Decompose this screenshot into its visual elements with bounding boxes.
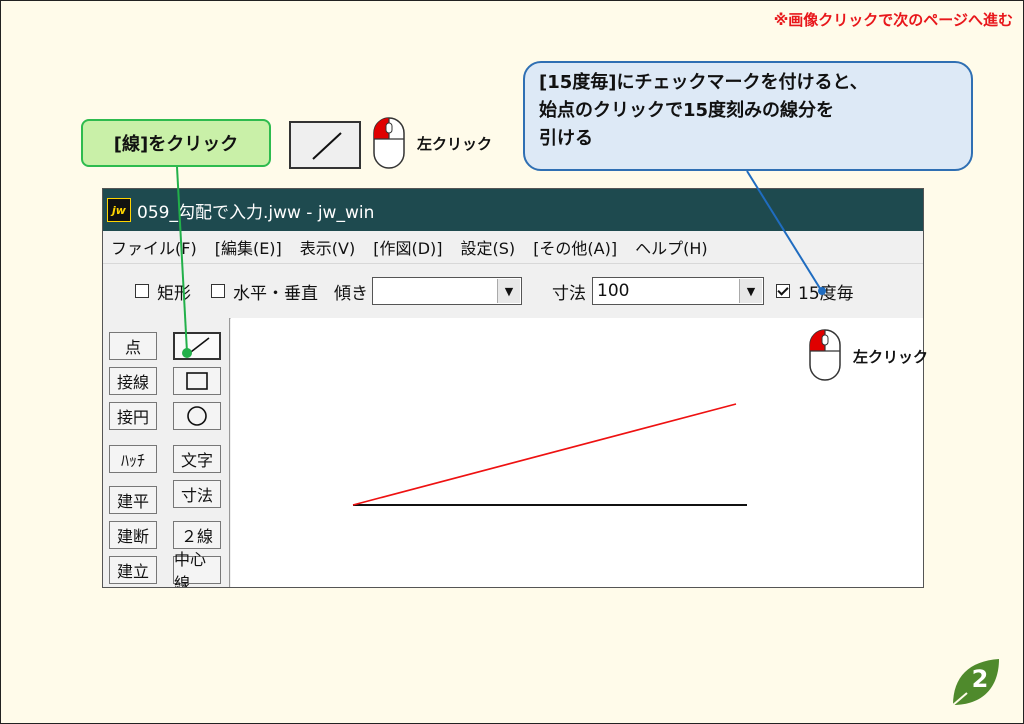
menu-help[interactable]: ヘルプ(H) bbox=[635, 235, 708, 259]
next-page-note: ※画像クリックで次のページへ進む bbox=[773, 11, 1013, 29]
angled-line-15deg bbox=[352, 403, 737, 506]
tool-center-line[interactable]: 中心線 bbox=[173, 550, 221, 587]
tool-double-line[interactable]: ２線 bbox=[173, 521, 221, 549]
rect-label: 矩形 bbox=[157, 283, 191, 304]
jw-win-window: jw 059_勾配で入力.jww - jw_win ファイル(F) [編集(E)… bbox=[102, 188, 924, 588]
tilt-label: 傾き bbox=[334, 283, 368, 304]
page-number: 2 bbox=[971, 665, 989, 693]
tilt-combo[interactable]: ▼ bbox=[372, 277, 522, 305]
left-click-label: 左クリック bbox=[853, 348, 929, 366]
chevron-down-icon[interactable]: ▼ bbox=[739, 279, 762, 303]
title-bar: jw 059_勾配で入力.jww - jw_win bbox=[103, 189, 923, 231]
rect-checkbox[interactable] bbox=[135, 284, 149, 298]
left-click-label: 左クリック bbox=[417, 135, 493, 153]
tool-tangent-circle[interactable]: 接円 bbox=[109, 402, 157, 430]
slide[interactable]: ※画像クリックで次のページへ進む [線]をクリック 左クリック [15度毎]にチ… bbox=[0, 0, 1024, 724]
deg15-checkbox[interactable] bbox=[776, 284, 790, 298]
tool-kenpei[interactable]: 建平 bbox=[109, 486, 157, 514]
callout-click-line: [線]をクリック bbox=[81, 119, 271, 167]
page-number-badge[interactable]: 2 bbox=[949, 655, 1003, 709]
hv-label: 水平・垂直 bbox=[233, 283, 318, 304]
line-toolbar: 矩形 水平・垂直 傾き ▼ 寸法 100 ▼ 15度毎 bbox=[103, 263, 923, 319]
tool-kendan[interactable]: 建断 bbox=[109, 521, 157, 549]
menu-settings[interactable]: 設定(S) bbox=[461, 235, 516, 259]
size-combo[interactable]: 100 ▼ bbox=[592, 277, 764, 305]
menu-bar: ファイル(F) [編集(E)] 表示(V) [作図(D)] 設定(S) [その他… bbox=[103, 231, 923, 263]
size-value: 100 bbox=[597, 281, 630, 301]
mouse-left-click-icon bbox=[373, 117, 405, 169]
deg15-label: 15度毎 bbox=[798, 283, 854, 304]
tool-kenritsu[interactable]: 建立 bbox=[109, 556, 157, 584]
menu-file[interactable]: ファイル(F) bbox=[111, 235, 197, 259]
tool-rectangle[interactable] bbox=[173, 367, 221, 395]
menu-view[interactable]: 表示(V) bbox=[300, 235, 355, 259]
line-icon bbox=[186, 337, 210, 356]
tool-circle[interactable] bbox=[173, 402, 221, 430]
callout-info-line2: 始点のクリックで15度刻みの線分を bbox=[539, 100, 835, 121]
rectangle-icon bbox=[186, 372, 208, 390]
callout-info-line1: [15度毎]にチェックマークを付けると、 bbox=[539, 72, 868, 93]
tool-tangent-line[interactable]: 接線 bbox=[109, 367, 157, 395]
callout-15deg-info: [15度毎]にチェックマークを付けると、 始点のクリックで15度刻みの線分を 引… bbox=[523, 61, 973, 171]
line-icon bbox=[312, 132, 342, 160]
circle-icon bbox=[187, 406, 207, 426]
mouse-left-click-icon bbox=[809, 329, 841, 381]
menu-edit[interactable]: [編集(E)] bbox=[215, 235, 282, 259]
app-logo: jw bbox=[107, 198, 131, 222]
size-label: 寸法 bbox=[552, 283, 586, 304]
menu-draw[interactable]: [作図(D)] bbox=[373, 235, 442, 259]
line-tool-button-sample bbox=[289, 121, 361, 169]
tool-dimension[interactable]: 寸法 bbox=[173, 480, 221, 508]
tool-point[interactable]: 点 bbox=[109, 332, 157, 360]
tool-text[interactable]: 文字 bbox=[173, 445, 221, 473]
chevron-down-icon[interactable]: ▼ bbox=[497, 279, 520, 303]
tool-hatch[interactable]: ﾊｯﾁ bbox=[109, 445, 157, 473]
callout-info-line3: 引ける bbox=[539, 128, 593, 149]
menu-other[interactable]: [その他(A)] bbox=[533, 235, 617, 259]
tool-line[interactable] bbox=[173, 332, 221, 360]
window-title: 059_勾配で入力.jww - jw_win bbox=[137, 202, 375, 223]
tool-panel: 点 接線 接円 ﾊｯﾁ 文字 寸法 建平 建断 ２線 建立 中心線 bbox=[103, 318, 230, 587]
hv-checkbox[interactable] bbox=[211, 284, 225, 298]
